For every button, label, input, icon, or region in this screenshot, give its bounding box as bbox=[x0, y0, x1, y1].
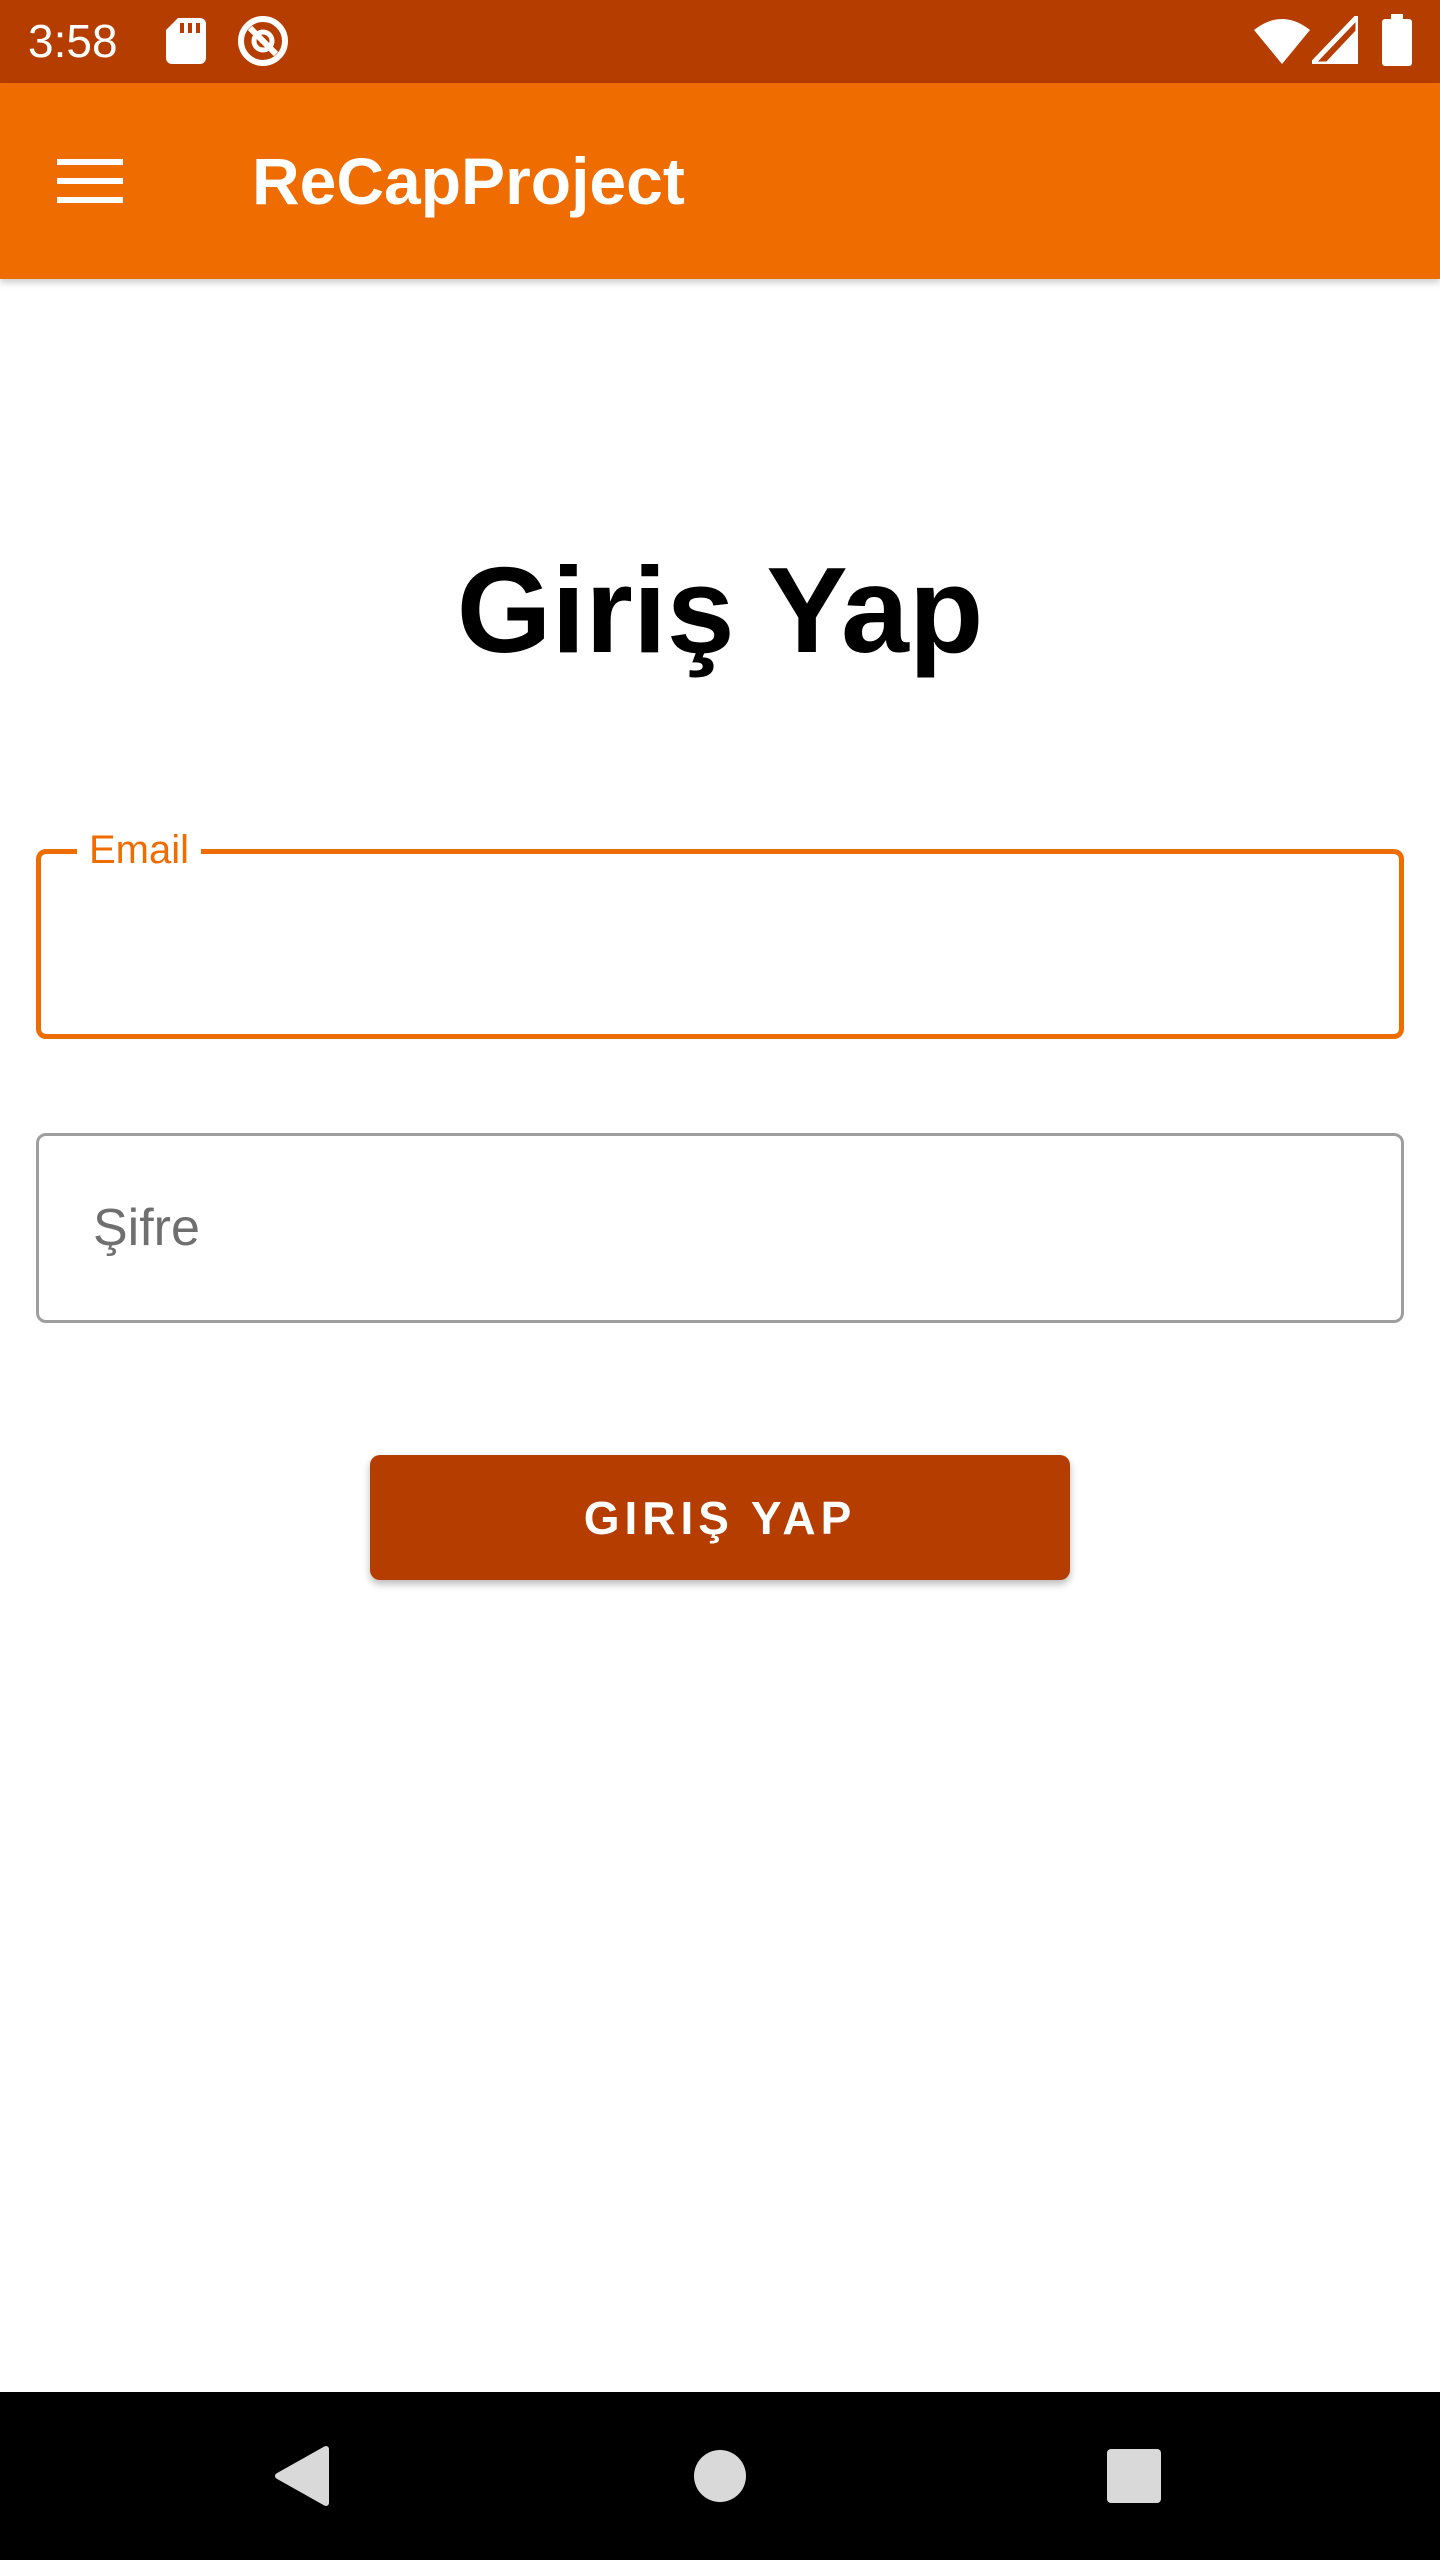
back-button[interactable] bbox=[218, 2392, 386, 2560]
back-icon bbox=[275, 2446, 329, 2506]
home-icon bbox=[694, 2450, 746, 2502]
recents-button[interactable] bbox=[1050, 2392, 1218, 2560]
sd-card-icon bbox=[166, 18, 206, 64]
menu-button[interactable] bbox=[36, 127, 144, 235]
password-field[interactable] bbox=[36, 1133, 1404, 1323]
hamburger-menu-icon bbox=[57, 159, 123, 203]
login-screen: 3:58 ReCapProject Giriş Yap Email GIRIŞ … bbox=[0, 0, 1440, 2560]
wifi-icon bbox=[1254, 19, 1310, 64]
recents-icon bbox=[1107, 2449, 1161, 2503]
navigation-bar bbox=[0, 2392, 1440, 2560]
email-input[interactable] bbox=[41, 854, 1399, 1034]
app-bar: ReCapProject bbox=[0, 83, 1440, 279]
cell-signal-icon bbox=[1312, 16, 1358, 64]
status-time: 3:58 bbox=[28, 15, 118, 67]
status-bar: 3:58 bbox=[0, 0, 1440, 83]
app-title: ReCapProject bbox=[252, 144, 685, 218]
page-title: Giriş Yap bbox=[456, 542, 984, 678]
email-field[interactable]: Email bbox=[36, 820, 1404, 1039]
qr-sync-icon bbox=[238, 16, 288, 66]
login-button[interactable]: GIRIŞ YAP bbox=[370, 1455, 1070, 1580]
home-button[interactable] bbox=[636, 2392, 804, 2560]
battery-icon bbox=[1382, 14, 1412, 66]
password-input[interactable] bbox=[39, 1136, 1401, 1320]
